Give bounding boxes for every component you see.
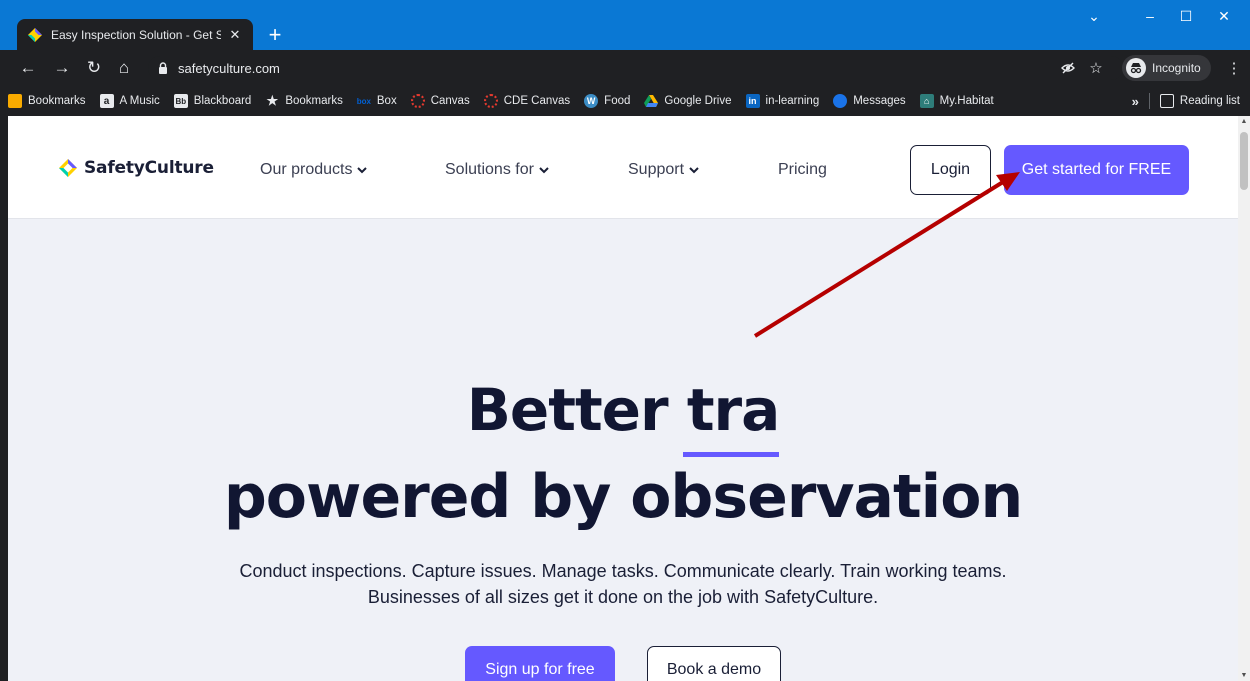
chevron-down-icon	[539, 165, 549, 175]
bookmark-item[interactable]: ★ Bookmarks	[265, 93, 343, 108]
bookmark-item[interactable]: in in-learning	[745, 94, 819, 108]
bookmark-item[interactable]: Canvas	[410, 94, 470, 108]
web-page: SafetyCulture Our products Solutions for…	[0, 116, 1238, 681]
new-tab-button[interactable]: +	[262, 22, 288, 48]
reading-list-label[interactable]: Reading list	[1180, 95, 1240, 107]
incognito-icon	[1126, 58, 1146, 78]
google-drive-icon	[644, 94, 659, 108]
tab-close-icon[interactable]: ✕	[227, 27, 243, 43]
bookmark-item[interactable]: Google Drive	[644, 94, 732, 108]
wordpress-icon: W	[584, 94, 599, 108]
bookmarks-overflow-icon[interactable]: »	[1132, 94, 1139, 109]
bookmarks-bar-right: » Reading list	[1132, 86, 1240, 116]
close-window-icon[interactable]: ✕	[1212, 8, 1236, 25]
eye-off-icon[interactable]	[1056, 56, 1080, 80]
canvas-icon	[483, 94, 498, 108]
bookmark-item[interactable]: Messages	[833, 94, 906, 108]
hero-subtitle: Conduct inspections. Capture issues. Man…	[8, 558, 1238, 610]
login-button[interactable]: Login	[910, 145, 991, 195]
bookmark-item[interactable]: Bookmarks	[8, 94, 86, 108]
url-text: safetyculture.com	[178, 60, 280, 76]
forward-icon[interactable]: →	[50, 56, 74, 80]
scroll-down-icon[interactable]: ▼	[1240, 672, 1248, 679]
divider	[1148, 93, 1150, 109]
bookmarks-bar: Bookmarks aA Music Bb Blackboard ★ Bookmar…	[0, 86, 1250, 116]
nav-solutions-for[interactable]: Solutions for	[445, 161, 549, 179]
hero-subtitle-line1: Conduct inspections. Capture issues. Man…	[239, 561, 1007, 581]
safetyculture-logo-icon	[59, 159, 77, 177]
back-icon[interactable]: ←	[16, 56, 40, 80]
hero-subtitle-line2: Businesses of all sizes get it done on t…	[367, 587, 879, 607]
logo-text: SafetyCulture	[84, 158, 214, 178]
bookmark-item[interactable]: Bb Blackboard	[173, 94, 251, 108]
menu-kebab-icon[interactable]: ⋮	[1222, 56, 1246, 80]
incognito-label: Incognito	[1152, 61, 1201, 75]
habitat-icon: ⌂	[919, 94, 934, 108]
scrollbar-thumb[interactable]	[1240, 132, 1248, 190]
sign-up-button[interactable]: Sign up for free	[465, 646, 615, 681]
get-started-button[interactable]: Get started for FREE	[1004, 145, 1189, 195]
bookmark-star-icon[interactable]: ☆	[1084, 56, 1108, 80]
canvas-icon	[410, 94, 425, 108]
folder-icon	[8, 94, 22, 108]
nav-our-products[interactable]: Our products	[260, 161, 368, 179]
blackboard-icon: Bb	[173, 94, 188, 108]
bookmark-item[interactable]: box Box	[357, 94, 397, 108]
reading-list-icon	[1159, 94, 1174, 108]
tab-search-chevron-icon[interactable]: ⌄	[1082, 8, 1106, 25]
book-demo-button[interactable]: Book a demo	[647, 646, 781, 681]
hero-underline	[683, 452, 779, 457]
bookmark-item[interactable]: W Food	[584, 94, 630, 108]
browser-toolbar: ← → ↻ ⌂ safetyculture.com ☆ ⋮	[0, 50, 1250, 86]
site-header: SafetyCulture Our products Solutions for…	[8, 116, 1238, 219]
lock-icon	[156, 61, 170, 75]
scroll-up-icon[interactable]: ▲	[1240, 118, 1248, 125]
nav-support[interactable]: Support	[628, 161, 699, 179]
nav-pricing[interactable]: Pricing	[778, 161, 827, 179]
incognito-badge[interactable]: Incognito	[1122, 55, 1211, 81]
browser-tab[interactable]: Easy Inspection Solution - Get St ✕	[17, 19, 253, 51]
bookmark-item[interactable]: CDE Canvas	[483, 94, 570, 108]
reload-icon[interactable]: ↻	[82, 56, 106, 80]
page-scrollbar[interactable]: ▲ ▼	[1238, 116, 1250, 681]
chevron-down-icon	[357, 165, 368, 175]
home-icon[interactable]: ⌂	[112, 56, 136, 80]
bookmark-item[interactable]: ⌂ My.Habitat	[919, 94, 994, 108]
safetyculture-favicon-icon	[27, 27, 43, 43]
messages-icon	[833, 94, 848, 108]
address-bar[interactable]: safetyculture.com	[148, 56, 1123, 80]
amazon-icon: a	[99, 94, 114, 108]
minimize-icon[interactable]: –	[1138, 8, 1162, 24]
maximize-icon[interactable]: ☐	[1174, 8, 1198, 25]
linkedin-icon: in	[745, 94, 760, 108]
box-icon: box	[356, 96, 371, 106]
hero-title-line2: powered by observation	[223, 462, 1023, 532]
chevron-down-icon	[689, 165, 699, 175]
site-logo[interactable]: SafetyCulture	[58, 158, 214, 178]
star-icon: ★	[266, 93, 279, 108]
hero-title-line1: Better tra	[466, 376, 781, 444]
tab-title: Easy Inspection Solution - Get St	[51, 28, 221, 42]
browser-tab-strip: Easy Inspection Solution - Get St ✕ + ⌄ …	[0, 0, 1250, 51]
bookmark-item[interactable]: aA Music	[99, 94, 160, 108]
